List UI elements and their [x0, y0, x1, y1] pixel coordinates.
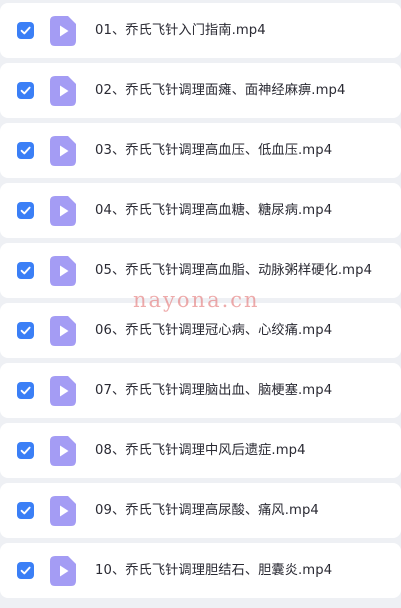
file-name: 04、乔氏飞针调理高血糖、糖尿病.mp4: [95, 203, 333, 218]
file-name: 09、乔氏飞针调理高尿酸、痛风.mp4: [95, 503, 319, 518]
video-file-icon: [50, 376, 76, 406]
checkmark-icon: [20, 386, 31, 395]
file-row[interactable]: 02、乔氏飞针调理面瘫、面神经麻痹.mp4: [0, 63, 401, 118]
file-row[interactable]: 10、乔氏飞针调理胆结石、胆囊炎.mp4: [0, 543, 401, 598]
checkmark-icon: [20, 86, 31, 95]
checkmark-icon: [20, 266, 31, 275]
file-checkbox[interactable]: [17, 322, 34, 339]
file-list: 01、乔氏飞针入门指南.mp4 02、乔氏飞针调理面瘫、面神经麻痹.mp4 03…: [0, 0, 401, 608]
file-checkbox[interactable]: [17, 82, 34, 99]
file-row[interactable]: 03、乔氏飞针调理高血压、低血压.mp4: [0, 123, 401, 178]
file-checkbox[interactable]: [17, 22, 34, 39]
file-name: 02、乔氏飞针调理面瘫、面神经麻痹.mp4: [95, 83, 346, 98]
file-checkbox[interactable]: [17, 562, 34, 579]
checkmark-icon: [20, 326, 31, 335]
file-row[interactable]: 01、乔氏飞针入门指南.mp4: [0, 3, 401, 58]
file-checkbox[interactable]: [17, 262, 34, 279]
file-checkbox[interactable]: [17, 502, 34, 519]
video-file-icon: [50, 496, 76, 526]
file-row[interactable]: 07、乔氏飞针调理脑出血、脑梗塞.mp4: [0, 363, 401, 418]
file-row[interactable]: 05、乔氏飞针调理高血脂、动脉粥样硬化.mp4: [0, 243, 401, 298]
checkmark-icon: [20, 506, 31, 515]
video-file-icon: [50, 556, 76, 586]
checkmark-icon: [20, 206, 31, 215]
checkmark-icon: [20, 146, 31, 155]
file-name: 07、乔氏飞针调理脑出血、脑梗塞.mp4: [95, 383, 333, 398]
file-row[interactable]: 08、乔氏飞针调理中风后遗症.mp4: [0, 423, 401, 478]
file-name: 05、乔氏飞针调理高血脂、动脉粥样硬化.mp4: [95, 263, 373, 278]
file-name: 10、乔氏飞针调理胆结石、胆囊炎.mp4: [95, 563, 333, 578]
file-row[interactable]: 09、乔氏飞针调理高尿酸、痛风.mp4: [0, 483, 401, 538]
video-file-icon: [50, 196, 76, 226]
file-name: 03、乔氏飞针调理高血压、低血压.mp4: [95, 143, 333, 158]
checkmark-icon: [20, 566, 31, 575]
file-name: 01、乔氏飞针入门指南.mp4: [95, 23, 266, 38]
file-name: 06、乔氏飞针调理冠心病、心绞痛.mp4: [95, 323, 333, 338]
file-row[interactable]: 04、乔氏飞针调理高血糖、糖尿病.mp4: [0, 183, 401, 238]
file-checkbox[interactable]: [17, 202, 34, 219]
video-file-icon: [50, 436, 76, 466]
file-checkbox[interactable]: [17, 382, 34, 399]
file-name: 08、乔氏飞针调理中风后遗症.mp4: [95, 443, 306, 458]
checkmark-icon: [20, 26, 31, 35]
video-file-icon: [50, 316, 76, 346]
checkmark-icon: [20, 446, 31, 455]
file-row[interactable]: 06、乔氏飞针调理冠心病、心绞痛.mp4: [0, 303, 401, 358]
video-file-icon: [50, 256, 76, 286]
video-file-icon: [50, 136, 76, 166]
file-checkbox[interactable]: [17, 142, 34, 159]
video-file-icon: [50, 16, 76, 46]
file-checkbox[interactable]: [17, 442, 34, 459]
video-file-icon: [50, 76, 76, 106]
